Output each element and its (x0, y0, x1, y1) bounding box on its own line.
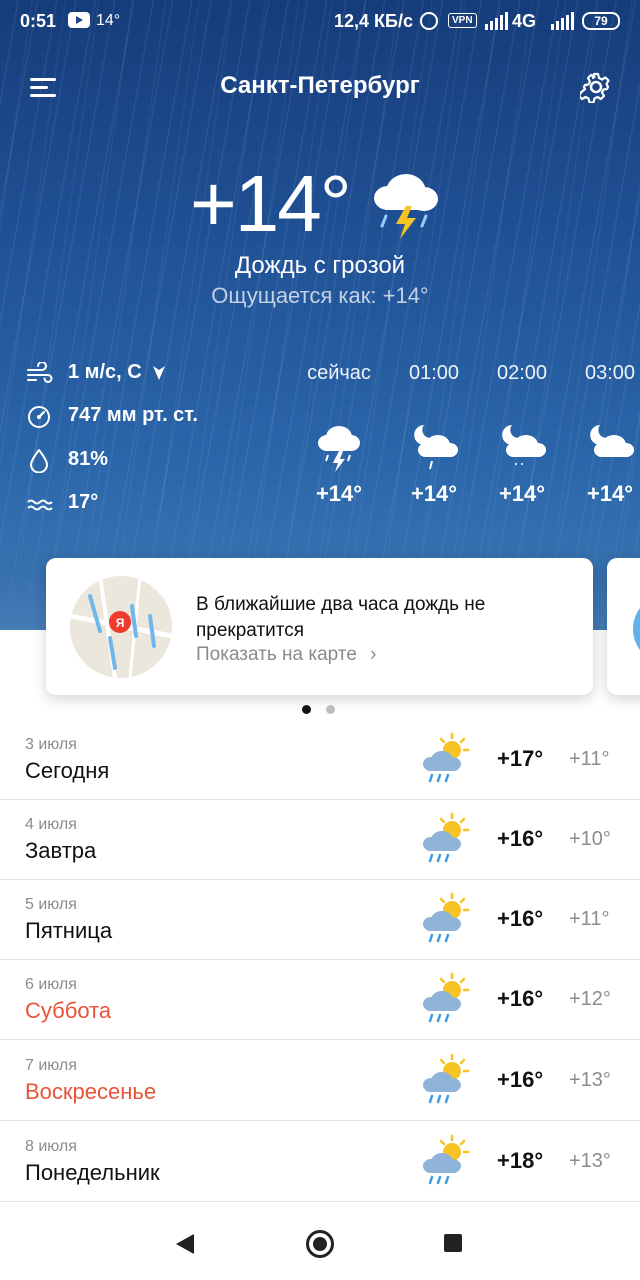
forecast-low: +11° (569, 748, 610, 770)
forecast-day-row[interactable]: 3 июля Сегодня +17° +11° (0, 720, 640, 800)
forecast-day-name: Суббота (25, 998, 112, 1023)
wind-direction-icon (153, 366, 165, 380)
hour-time: 03:00 (584, 362, 636, 384)
nowcast-card[interactable]: Я В ближайшие два часа дождь не прекрати… (46, 558, 593, 695)
forecast-day-row[interactable]: 4 июля Завтра +16° +10° (0, 800, 640, 880)
forecast-high: +17° (497, 746, 544, 771)
hour-time: 02:00 (496, 362, 548, 384)
nowcast-text: В ближайшие два часа дождь не прекратитс… (196, 594, 486, 641)
next-card-preview[interactable] (607, 558, 640, 695)
sun-cloud-rain-icon (420, 812, 472, 864)
forecast-date: 3 июля (25, 736, 77, 753)
map-marker: Я (116, 616, 125, 630)
forecast-date: 8 июля (25, 1138, 77, 1155)
status-temperature: 14° (96, 12, 121, 29)
hour-time: 01:00 (408, 362, 460, 384)
carousel-dot (326, 705, 335, 714)
forecast-day-name: Воскресенье (25, 1079, 157, 1104)
forecast-high: +18° (497, 1148, 544, 1173)
night-cloud-rain-icon (414, 425, 458, 470)
hour-temp: +14° (586, 481, 634, 506)
navigation-bar (0, 1208, 640, 1280)
forecast-date: 6 июля (25, 976, 77, 993)
hour-time: сейчас (307, 362, 371, 384)
gear-icon[interactable] (580, 71, 612, 103)
forecast-day-name: Сегодня (25, 758, 110, 783)
hourly-item[interactable]: сейчас +14° (294, 360, 384, 507)
forecast-day-name: Понедельник (25, 1160, 160, 1185)
hourly-item[interactable]: 02:00 +14° (477, 360, 567, 507)
forecast-low: +13° (569, 1150, 611, 1172)
forecast-day-row[interactable]: 8 июля Понедельник +18° +13° (0, 1122, 640, 1202)
forecast-high: +16° (497, 826, 544, 851)
hour-temp: +14° (410, 481, 458, 506)
feels-like: Ощущается как: +14° (211, 283, 429, 308)
forecast-day-row[interactable]: 6 июля Суббота +16° +12° (0, 960, 640, 1040)
home-icon[interactable] (306, 1230, 334, 1258)
sun-cloud-rain-icon (420, 892, 472, 944)
hourly-item[interactable]: 01:00 +14° (389, 360, 479, 507)
pressure-value: 747 мм рт. ст. (68, 404, 198, 426)
signal-icon-2 (551, 12, 574, 30)
hourly-item[interactable]: 03:00 +14° (565, 360, 640, 507)
forecast-low: +13° (569, 1069, 611, 1091)
humidity-value: 81% (68, 448, 109, 470)
thunderstorm-icon (318, 426, 360, 472)
night-cloud-drizzle-icon (502, 425, 546, 465)
humidity-drop-icon (29, 449, 49, 473)
status-bar: 0:51 14° 12,4 КБ/с VPN 4G 79 (0, 0, 640, 44)
forecast-date: 5 июля (25, 896, 77, 913)
wind-value: 1 м/с, С (68, 361, 142, 383)
forecast-day-row[interactable]: 5 июля Пятница +16° +11° (0, 880, 640, 960)
status-time: 0:51 (20, 11, 57, 31)
forecast-high: +16° (497, 1067, 544, 1092)
signal-icon (485, 12, 508, 30)
water-waves-icon (27, 499, 53, 511)
battery-icon: 79 (582, 12, 620, 30)
wind-icon (27, 362, 53, 383)
night-cloud-icon (590, 425, 634, 457)
forecast-high: +16° (497, 986, 544, 1011)
forecast-day-name: Завтра (25, 838, 97, 863)
forecast-day-name: Пятница (25, 918, 113, 943)
forecast-low: +12° (569, 988, 611, 1010)
forecast-date: 4 июля (25, 816, 77, 833)
show-on-map-label: Показать на карте (196, 644, 357, 665)
recent-apps-icon[interactable] (444, 1234, 462, 1252)
sun-cloud-rain-icon (420, 972, 472, 1024)
carousel-dot-active (302, 705, 311, 714)
city-title[interactable]: Санкт-Петербург (0, 72, 640, 100)
alarm-icon (420, 12, 438, 30)
sun-cloud-rain-icon (420, 732, 472, 784)
back-icon[interactable] (176, 1234, 194, 1254)
sun-cloud-rain-icon (420, 1053, 472, 1105)
map-preview-icon: Я (70, 576, 172, 678)
youtube-icon (68, 12, 90, 28)
forecast-high: +16° (497, 906, 544, 931)
chevron-right-icon: › (370, 644, 377, 665)
water-temp-value: 17° (68, 491, 99, 513)
forecast-low: +11° (569, 908, 610, 930)
thunderstorm-cloud-icon (374, 174, 438, 239)
forecast-day-row[interactable]: 7 июля Воскресенье +16° +13° (0, 1041, 640, 1121)
vpn-icon: VPN (448, 13, 477, 28)
network-speed: 12,4 КБ/с (334, 11, 413, 31)
pressure-gauge-icon (28, 406, 50, 428)
sun-cloud-rain-icon (420, 1134, 472, 1186)
map-thumbnail[interactable]: Я (70, 576, 172, 678)
network-type: 4G (512, 11, 537, 31)
current-temperature: +14° (190, 159, 352, 248)
current-weather-panel: 0:51 14° 12,4 КБ/с VPN 4G 79 Санкт-Петер… (0, 0, 640, 630)
hour-temp: +14° (498, 481, 546, 506)
weather-condition: Дождь с грозой (234, 252, 406, 279)
forecast-date: 7 июля (25, 1057, 77, 1074)
show-on-map-link[interactable]: Показать на карте › (196, 644, 377, 666)
forecast-low: +10° (569, 828, 611, 850)
hour-temp: +14° (315, 481, 363, 506)
